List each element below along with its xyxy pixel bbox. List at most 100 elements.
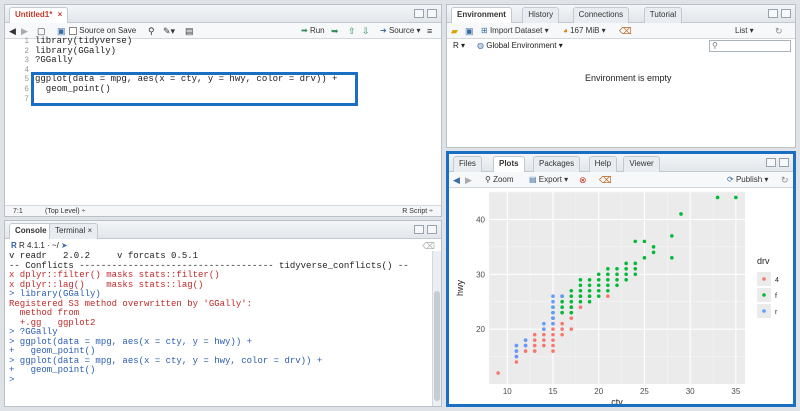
environment-pane: Environment History Connections Tutorial ▰ …: [446, 4, 796, 148]
zoom-button[interactable]: ⚲ Zoom: [485, 174, 514, 186]
data-point-f: [679, 212, 683, 216]
open-folder-icon[interactable]: ▰: [451, 25, 458, 37]
rerun-icon[interactable]: ➥: [331, 25, 339, 37]
data-point-f: [578, 294, 583, 299]
memory-usage[interactable]: ◕ 167 MiB ▾: [563, 25, 606, 37]
x-tick-label: 15: [549, 387, 558, 396]
console-line: + geom_point(): [9, 365, 96, 375]
data-point-f: [587, 288, 592, 293]
data-point-f: [578, 288, 583, 293]
console-pane: Console Terminal × R R 4.1.1 · ~/ ➤ ⌫ v …: [4, 220, 442, 407]
view-mode-select[interactable]: List ▾: [735, 25, 754, 37]
data-point-4: [560, 321, 564, 326]
export-button[interactable]: ▤ Export ▾: [529, 174, 568, 186]
back-arrow-icon[interactable]: ◀: [453, 174, 460, 186]
tab-help[interactable]: Help: [588, 156, 618, 172]
save-icon[interactable]: ▣: [465, 25, 474, 37]
tab-tutorial[interactable]: Tutorial: [643, 7, 683, 23]
close-icon[interactable]: ×: [58, 10, 63, 19]
maximize-button[interactable]: [427, 9, 437, 18]
tab-environment[interactable]: Environment: [451, 7, 512, 23]
tab-history[interactable]: History: [522, 7, 560, 23]
environment-search-input[interactable]: ⚲: [709, 40, 791, 52]
minimize-button[interactable]: [414, 225, 424, 234]
data-point-f: [569, 299, 574, 304]
run-arrow-icon: ➡: [301, 26, 308, 35]
minimize-button[interactable]: [766, 158, 776, 167]
environment-scope-bar: R ▾ ◍ Global Environment ▾ ⚲: [447, 39, 795, 53]
data-point-f: [606, 277, 610, 282]
up-icon[interactable]: ⇧: [348, 25, 356, 37]
data-point-f: [569, 294, 574, 299]
source-button[interactable]: ➜ Source ▾: [380, 25, 421, 37]
data-point-f: [578, 299, 583, 304]
magic-wand-icon[interactable]: ✎▾: [163, 25, 175, 37]
tab-terminal[interactable]: Terminal ×: [49, 223, 99, 239]
maximize-button[interactable]: [781, 9, 791, 18]
tab-plots[interactable]: Plots: [493, 156, 525, 172]
y-tick-label: 40: [476, 215, 485, 224]
outline-icon[interactable]: ≡: [427, 25, 432, 37]
tab-packages[interactable]: Packages: [533, 156, 581, 172]
refresh-icon[interactable]: ↻: [781, 174, 789, 186]
line-number: 3: [24, 56, 29, 66]
data-point-4: [560, 327, 564, 331]
x-tick-label: 20: [594, 387, 603, 396]
console-scrollbar[interactable]: [432, 251, 441, 406]
minimize-button[interactable]: [414, 9, 424, 18]
data-point-f: [587, 283, 592, 288]
data-point-f: [596, 277, 601, 282]
legend-swatch-4: [762, 277, 766, 281]
export-icon: ▤: [529, 175, 537, 184]
script-type-selector[interactable]: R Script ÷: [402, 206, 433, 216]
back-arrow-icon[interactable]: ◀: [9, 25, 16, 37]
refresh-icon[interactable]: ↻: [775, 25, 783, 37]
scatter-plot: 10 15 20 25 30 35 20 30 40 cty hwy drv 4 f r: [455, 191, 779, 404]
import-dataset-label: Import Dataset: [489, 26, 543, 35]
legend-swatch-f: [762, 293, 766, 297]
data-point-r: [514, 349, 519, 353]
scope-selector[interactable]: (Top Level) ÷: [45, 206, 85, 216]
down-icon[interactable]: ⇩: [362, 25, 370, 37]
data-point-f: [596, 283, 601, 288]
maximize-button[interactable]: [779, 158, 789, 167]
source-tabbar: Untitled1* ×: [5, 5, 441, 23]
run-button[interactable]: ➡ Run: [301, 25, 325, 37]
tab-console[interactable]: Console: [9, 223, 53, 239]
minimize-button[interactable]: [768, 9, 778, 18]
broom-icon[interactable]: ⌫: [619, 25, 632, 37]
data-point-4: [496, 371, 500, 375]
data-point-f: [670, 234, 674, 238]
forward-arrow-icon[interactable]: ▶: [21, 25, 28, 37]
data-point-r: [542, 321, 546, 326]
data-point-4: [569, 316, 574, 320]
remove-plot-icon[interactable]: ⊗: [579, 174, 587, 186]
tab-connections[interactable]: Connections: [572, 7, 630, 23]
data-point-f: [569, 288, 574, 293]
maximize-button[interactable]: [427, 225, 437, 234]
broom-icon[interactable]: ⌫: [599, 174, 612, 186]
line-number: 5: [24, 75, 29, 85]
data-point-4: [532, 349, 537, 353]
console-line: +.gg ggplot2: [9, 317, 96, 328]
import-dataset-button[interactable]: ⊞ Import Dataset ▾: [481, 25, 549, 37]
y-axis-label: hwy: [455, 280, 465, 297]
data-point-4: [542, 332, 546, 337]
search-icon: ⚲: [712, 41, 718, 50]
compile-report-icon[interactable]: ▤: [185, 25, 194, 37]
goto-dir-icon[interactable]: ➤: [61, 241, 68, 250]
publish-button[interactable]: ⟳ Publish ▾: [727, 174, 768, 186]
line-number: 1: [24, 37, 29, 46]
console-output[interactable]: v readr 2.0.2 v forcats 0.5.1 -- Conflict…: [9, 251, 429, 385]
tab-files[interactable]: Files: [453, 156, 482, 172]
tab-untitled1[interactable]: Untitled1* ×: [9, 7, 69, 23]
scrollbar-thumb[interactable]: [434, 291, 440, 401]
export-label: Export: [538, 175, 562, 184]
search-icon[interactable]: ⚲: [148, 25, 155, 37]
language-select[interactable]: R ▾: [453, 41, 465, 50]
tab-viewer[interactable]: Viewer: [623, 156, 660, 172]
global-env-select[interactable]: ◍ Global Environment ▾: [477, 41, 563, 50]
code-line: ?GGally: [35, 55, 73, 66]
memory-label: 167 MiB: [570, 26, 600, 35]
forward-arrow-icon[interactable]: ▶: [465, 174, 472, 186]
